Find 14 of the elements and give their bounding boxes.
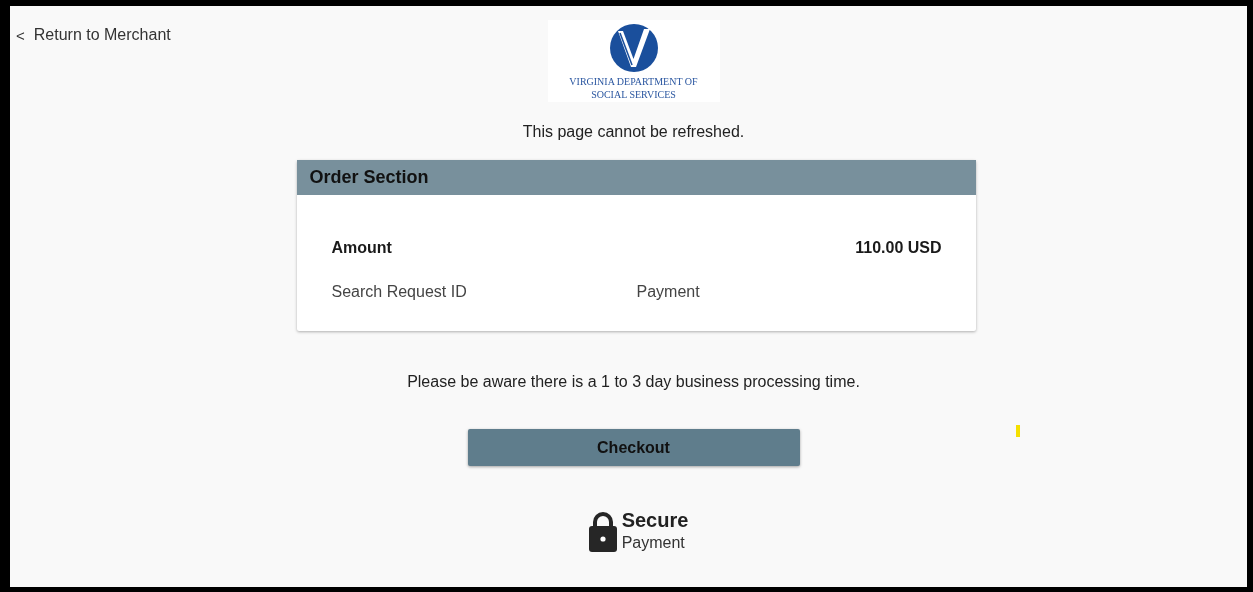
checkout-button[interactable]: Checkout [467, 429, 800, 466]
logo-emblem-icon [608, 23, 659, 73]
row-value: 110.00 USD [854, 239, 942, 257]
row-value: Payment [636, 283, 701, 301]
secure-subtitle: Payment [621, 534, 686, 552]
logo-text: VIRGINIA DEPARTMENT OF SOCIAL SERVICES [569, 75, 698, 101]
processing-note: Please be aware there is a 1 to 3 day business processing time. [407, 373, 860, 391]
return-link[interactable]: < Return to Merchant [16, 26, 171, 44]
row-label: Amount [331, 239, 393, 257]
row-label: Search Request ID [331, 283, 468, 301]
refresh-notice: This page cannot be refreshed. [522, 123, 745, 141]
card-title: Order Section [309, 167, 429, 188]
secure-title: Secure [621, 509, 689, 532]
text-cursor-mark [1016, 425, 1020, 437]
